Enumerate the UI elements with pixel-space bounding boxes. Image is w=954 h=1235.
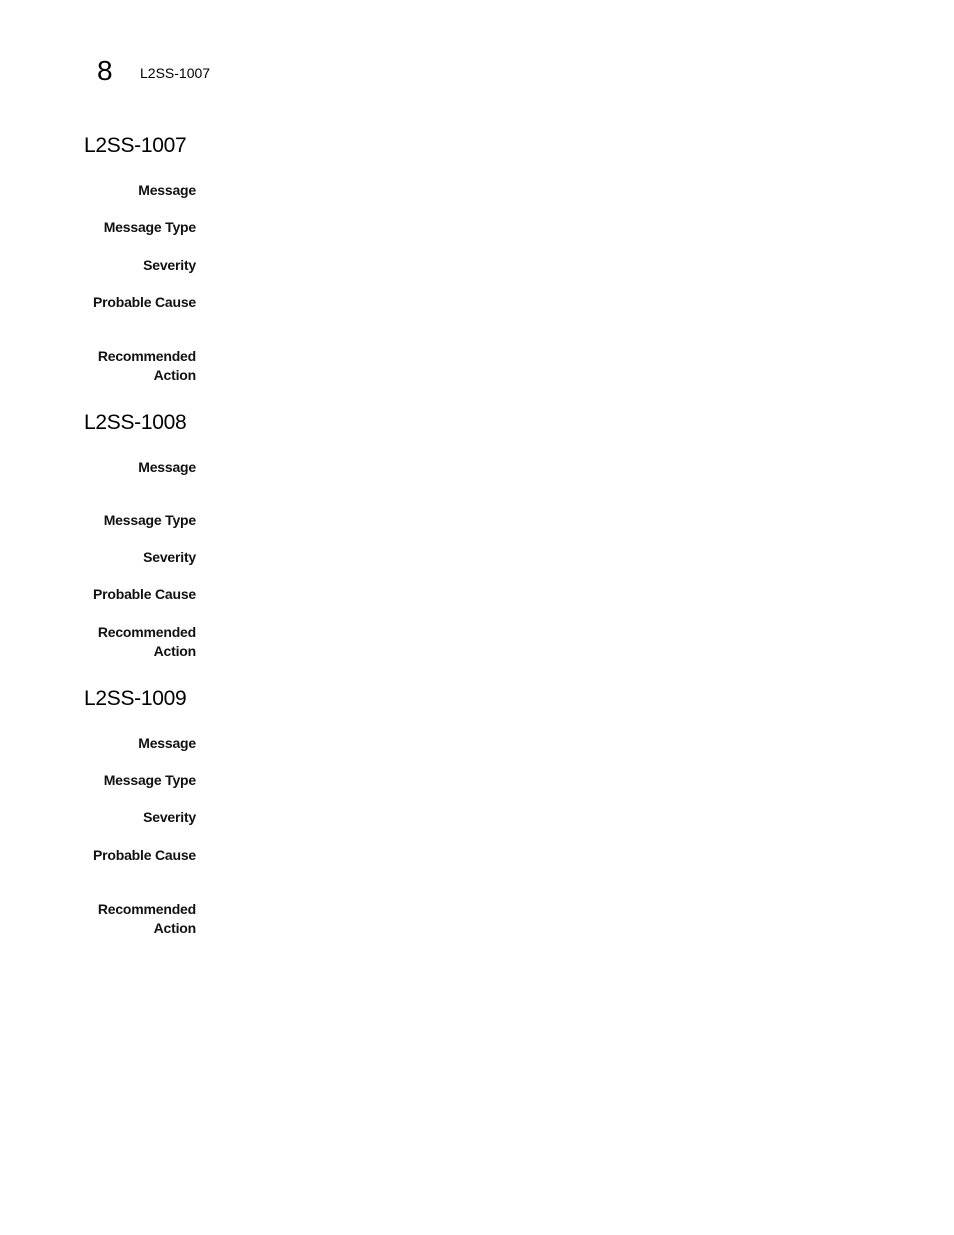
running-title: L2SS-1007 <box>140 65 211 81</box>
label-line: Action <box>153 919 197 936</box>
label-severity: Severity <box>143 257 196 273</box>
label-message-type: Message Type <box>103 219 196 235</box>
label-recommended-action: Recommended Action <box>98 347 196 384</box>
label-line: Recommended <box>97 348 196 364</box>
label-message: Message <box>138 459 196 475</box>
label-recommended-action: Recommended Action <box>98 623 196 660</box>
label-message-type: Message Type <box>103 772 196 788</box>
label-line: Action <box>153 366 197 383</box>
label-line: Recommended <box>97 901 196 917</box>
label-line: Action <box>153 642 197 659</box>
label-severity: Severity <box>143 549 196 565</box>
section-title: L2SS-1009 <box>84 687 187 710</box>
label-probable-cause: Probable Cause <box>92 294 196 310</box>
label-message: Message <box>138 182 196 198</box>
section-title: L2SS-1007 <box>84 134 187 157</box>
label-severity: Severity <box>143 809 196 825</box>
label-probable-cause: Probable Cause <box>92 586 196 602</box>
label-probable-cause: Probable Cause <box>92 847 196 863</box>
label-message: Message <box>138 735 196 751</box>
section-title: L2SS-1008 <box>84 411 187 434</box>
label-message-type: Message Type <box>103 512 196 528</box>
chapter-number: 8 <box>97 55 113 86</box>
label-recommended-action: Recommended Action <box>98 900 196 937</box>
label-line: Recommended <box>97 624 196 640</box>
